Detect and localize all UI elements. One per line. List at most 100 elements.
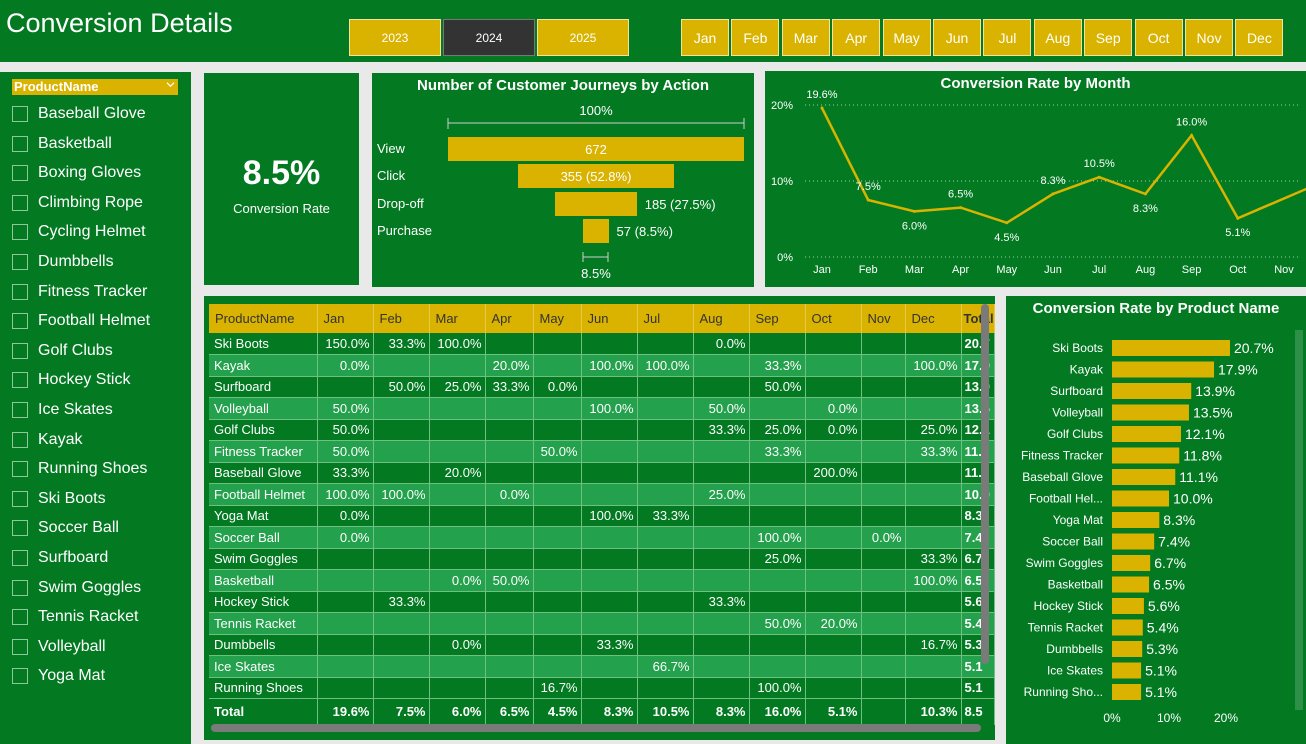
- table-row[interactable]: Running Shoes 16.7% 100.0% 5.1: [209, 677, 995, 699]
- slicer-item[interactable]: Boxing Gloves: [12, 162, 141, 184]
- table-row[interactable]: Kayak 0.0% 20.0% 100.0% 100.0% 33.3% 100.0% 17.…: [209, 354, 995, 377]
- table-row[interactable]: Tennis Racket 50.0% 20.0% 5.4: [209, 612, 995, 635]
- checkbox[interactable]: [12, 165, 28, 182]
- checkbox[interactable]: [12, 638, 28, 655]
- month-button-oct[interactable]: Oct: [1134, 19, 1183, 56]
- table-row[interactable]: Surfboard 50.0% 25.0% 33.3% 0.0% 50.0% 13.9: [209, 376, 995, 398]
- slicer-item[interactable]: Ice Skates: [12, 399, 113, 421]
- table-cell: [373, 677, 430, 699]
- slicer-item[interactable]: Dumbbells: [12, 251, 114, 273]
- year-button-2024[interactable]: 2024: [443, 19, 535, 56]
- slicer-item[interactable]: Volleyball: [12, 636, 106, 658]
- month-button-jul[interactable]: Jul: [983, 19, 1032, 56]
- slicer-item[interactable]: Running Shoes: [12, 458, 147, 480]
- checkbox[interactable]: [12, 313, 28, 330]
- checkbox[interactable]: [12, 135, 28, 152]
- table-row[interactable]: Dumbbells 0.0% 33.3% 16.7% 5.3: [209, 634, 995, 656]
- month-button-jun[interactable]: Jun: [933, 19, 981, 56]
- month-button-dec[interactable]: Dec: [1235, 19, 1284, 56]
- column-header[interactable]: May: [533, 304, 582, 333]
- table-cell: 5.1%: [805, 698, 862, 725]
- table-row[interactable]: Football Helmet 100.0% 100.0% 0.0% 25.0% 10.0: [209, 483, 995, 506]
- funnel-bar-value: 672: [585, 142, 607, 157]
- checkbox[interactable]: [12, 520, 28, 537]
- table-row[interactable]: Baseball Glove 33.3% 20.0% 200.0% 11.1: [209, 462, 995, 484]
- slicer-item-label: Surfboard: [38, 549, 109, 566]
- year-button-2023[interactable]: 2023: [349, 19, 441, 56]
- month-button-jan[interactable]: Jan: [681, 19, 729, 56]
- product-slicer-header[interactable]: ProductName: [12, 79, 178, 95]
- slicer-item[interactable]: Cycling Helmet: [12, 221, 146, 243]
- column-header[interactable]: Mar: [429, 304, 486, 333]
- column-header[interactable]: Nov: [861, 304, 906, 333]
- checkbox[interactable]: [12, 372, 28, 389]
- checkbox[interactable]: [12, 461, 28, 478]
- column-header[interactable]: Feb: [373, 304, 430, 333]
- column-header[interactable]: Total: [961, 304, 995, 333]
- horizontal-scrollbar[interactable]: [211, 724, 981, 732]
- checkbox[interactable]: [12, 579, 28, 596]
- line-chart[interactable]: 0% 10% 20% Jan Feb Mar Apr May Jun Jul Aug Sep Oct No…: [765, 71, 1306, 287]
- table-row[interactable]: Ice Skates 66.7% 5.1: [209, 655, 995, 678]
- month-button-sep[interactable]: Sep: [1084, 19, 1133, 56]
- column-header[interactable]: ProductName: [209, 304, 318, 333]
- slicer-item[interactable]: Basketball: [12, 133, 112, 155]
- month-button-mar[interactable]: Mar: [781, 19, 830, 56]
- month-button-aug[interactable]: Aug: [1033, 19, 1082, 56]
- column-header[interactable]: Aug: [693, 304, 750, 333]
- checkbox[interactable]: [12, 224, 28, 241]
- column-header[interactable]: Jun: [581, 304, 638, 333]
- checkbox[interactable]: [12, 283, 28, 300]
- table-row[interactable]: Hockey Stick 33.3% 33.3% 5.6: [209, 591, 995, 613]
- table-row[interactable]: Soccer Ball 0.0% 100.0% 0.0% 7.4: [209, 526, 995, 549]
- chevron-down-icon[interactable]: [166, 80, 175, 89]
- column-header[interactable]: Apr: [485, 304, 534, 333]
- table-row[interactable]: Yoga Mat 0.0% 100.0% 33.3% 8.3: [209, 505, 995, 527]
- slicer-item[interactable]: Soccer Ball: [12, 517, 119, 539]
- slicer-item[interactable]: Fitness Tracker: [12, 281, 147, 303]
- checkbox[interactable]: [12, 402, 28, 418]
- year-button-2025[interactable]: 2025: [537, 19, 629, 56]
- column-header[interactable]: Oct: [805, 304, 862, 333]
- slicer-item[interactable]: Ski Boots: [12, 488, 106, 510]
- table-cell: [805, 548, 862, 570]
- slicer-item[interactable]: Yoga Mat: [12, 665, 105, 687]
- checkbox[interactable]: [12, 342, 28, 359]
- checkbox[interactable]: [12, 194, 28, 211]
- checkbox[interactable]: [12, 106, 28, 122]
- table-row[interactable]: Basketball 0.0% 50.0% 100.0% 6.5: [209, 569, 995, 592]
- table-row[interactable]: Ski Boots 150.0% 33.3% 100.0% 0.0% 20.7: [209, 333, 995, 355]
- column-header[interactable]: Jan: [317, 304, 374, 333]
- slicer-item[interactable]: Climbing Rope: [12, 192, 143, 214]
- table-row[interactable]: Swim Goggles 25.0% 33.3% 6.7: [209, 548, 995, 570]
- bar-chart[interactable]: Ski Boots 20.7% Kayak 17.9% Surfboard 13.9% Vo…: [1006, 296, 1306, 744]
- month-button-apr[interactable]: Apr: [832, 19, 881, 56]
- table-row[interactable]: Golf Clubs 50.0% 33.3% 25.0% 0.0% 25.0% 12.1: [209, 419, 995, 441]
- slicer-item[interactable]: Football Helmet: [12, 310, 150, 332]
- table-total-row[interactable]: Total 19.6% 7.5% 6.0% 6.5% 4.5% 8.3% 10.5% 8.3% 1…: [209, 698, 995, 725]
- checkbox[interactable]: [12, 668, 28, 685]
- checkbox[interactable]: [12, 490, 28, 507]
- column-header[interactable]: Dec: [905, 304, 962, 333]
- checkbox[interactable]: [12, 609, 28, 626]
- month-button-may[interactable]: May: [882, 19, 931, 56]
- column-header[interactable]: Sep: [749, 304, 806, 333]
- checkbox[interactable]: [12, 431, 28, 448]
- vertical-scrollbar[interactable]: [981, 304, 989, 664]
- month-button-feb[interactable]: Feb: [731, 19, 780, 56]
- checkbox[interactable]: [12, 550, 28, 566]
- slicer-item[interactable]: Tennis Racket: [12, 606, 139, 628]
- slicer-item[interactable]: Swim Goggles: [12, 577, 141, 599]
- slicer-item[interactable]: Surfboard: [12, 547, 108, 569]
- column-header[interactable]: Jul: [637, 304, 694, 333]
- slicer-item[interactable]: Kayak: [12, 429, 82, 451]
- funnel-bar[interactable]: [583, 218, 609, 243]
- month-button-nov[interactable]: Nov: [1185, 19, 1233, 56]
- slicer-item[interactable]: Golf Clubs: [12, 340, 113, 362]
- checkbox[interactable]: [12, 254, 28, 270]
- funnel-bar[interactable]: [555, 191, 637, 216]
- slicer-item[interactable]: Hockey Stick: [12, 369, 130, 391]
- slicer-item[interactable]: Baseball Glove: [12, 103, 146, 125]
- table-row[interactable]: Fitness Tracker 50.0% 50.0% 33.3% 33.3% 11.8: [209, 440, 995, 463]
- table-row[interactable]: Volleyball 50.0% 100.0% 50.0% 0.0% 13.5: [209, 397, 995, 420]
